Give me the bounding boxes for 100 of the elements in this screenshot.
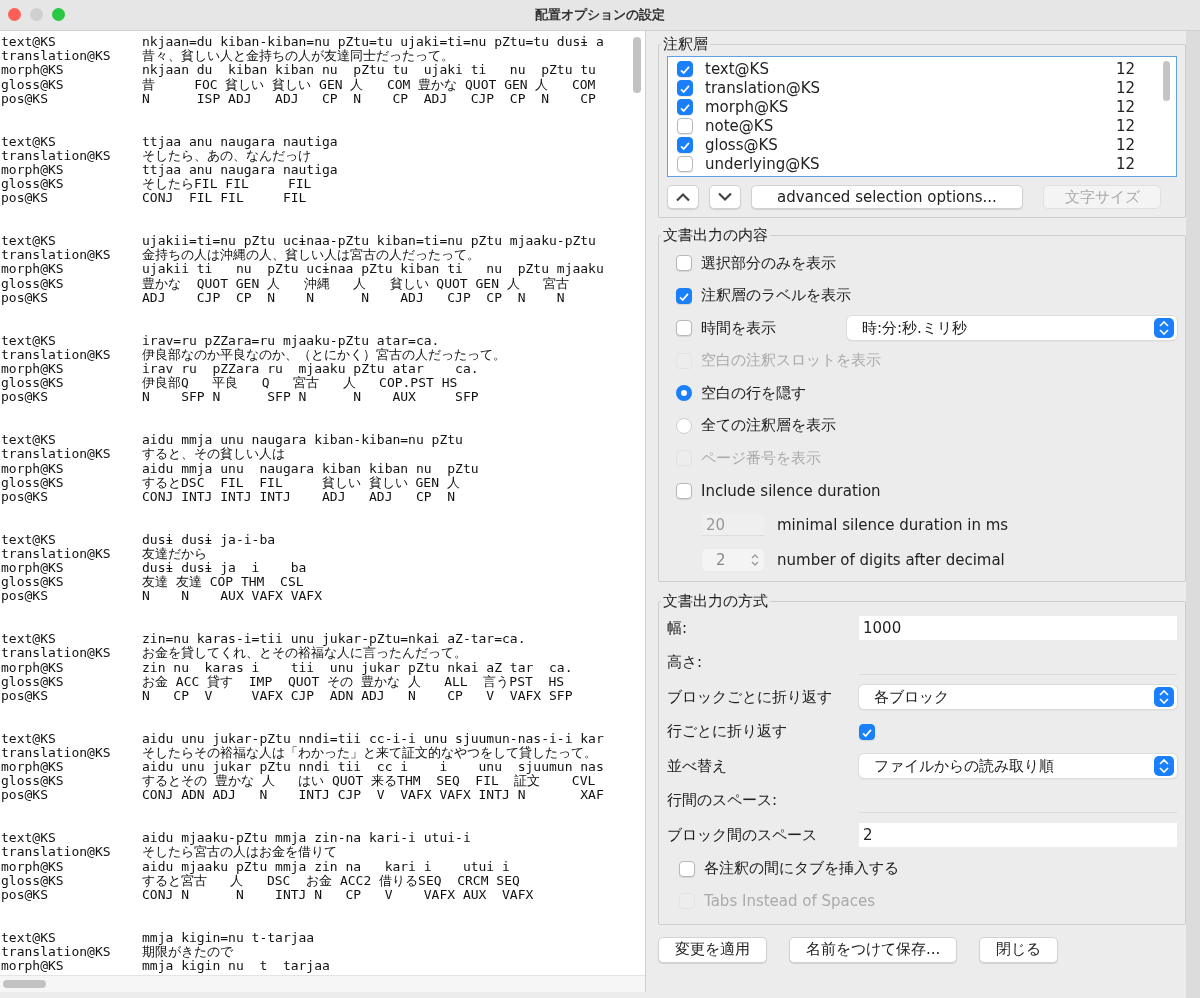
option-label: 空白の行を隠す — [701, 383, 806, 403]
close-button[interactable] — [8, 8, 21, 21]
annotation-text: N ISP ADJ ADJ CP N CP ADJ CJP CP N CP — [142, 91, 596, 106]
field-label: 並べ替え — [667, 756, 728, 776]
tier-name[interactable]: note@KS — [705, 116, 1116, 135]
dropdown[interactable]: ファイルからの読み取り順 — [859, 754, 1177, 779]
annotation-text: 友達だから — [142, 546, 207, 562]
tier-label: text@KS — [1, 234, 57, 249]
tier-label: translation@KS — [1, 845, 112, 860]
dialog-button[interactable]: 閉じる — [979, 936, 1059, 963]
tier-label: pos@KS — [1, 888, 48, 903]
advanced-selection-button[interactable]: advanced selection options... — [751, 185, 1023, 209]
scrollbar-thumb[interactable] — [633, 37, 641, 93]
dialog-button[interactable]: 名前をつけて保存... — [789, 936, 958, 963]
checkbox[interactable] — [677, 60, 693, 77]
time-format-dropdown[interactable]: 時:分:秒.ミリ秒 — [847, 316, 1177, 341]
field-label: ブロック間のスペース — [667, 825, 818, 845]
annotation-text: 伊良部なのか平良なのか、（とにかく）宮古の人だったって。 — [142, 347, 506, 362]
tier-label: morph@KS — [1, 262, 65, 277]
tier-label: text@KS — [1, 831, 57, 846]
tier-name[interactable]: underlying@KS — [705, 154, 1116, 173]
text-field[interactable]: 1000 — [859, 616, 1177, 641]
radio-button[interactable] — [676, 417, 692, 434]
annotation-text: CONJ INTJ INTJ INTJ ADJ ADJ CP N — [142, 489, 456, 505]
tier-label: gloss@KS — [1, 77, 65, 92]
option-label: 注釈層のラベルを表示 — [701, 286, 851, 306]
annotation-text: 昔 FOC 貧しい 貧しい GEN 人 COM 豊かな QUOT GEN 人 COM — [142, 77, 596, 92]
tier-label: morph@KS — [1, 461, 65, 476]
annotation-text: 金持ちの人は沖縄の人、貧しい人は宮古の人だったって。 — [142, 248, 480, 263]
annotation-text: CONJ FIL FIL FIL — [142, 191, 307, 206]
option-label: 空白の注釈スロットを表示 — [701, 351, 881, 371]
tier-label: gloss@KS — [1, 276, 65, 291]
tier-label: pos@KS — [1, 390, 48, 405]
option-label: 選択部分のみを表示 — [701, 253, 836, 273]
checkbox[interactable] — [859, 723, 875, 740]
tier-label: text@KS — [1, 731, 57, 746]
checkbox[interactable] — [677, 155, 693, 172]
move-up-button[interactable] — [667, 185, 699, 209]
caret-down-icon — [717, 192, 733, 202]
annotation-text: お金 ACC 貸す IMP QUOT その 豊かな 人 ALL 言うPST HS — [142, 674, 565, 689]
annotation-text: ttjaa anu naugara nautiga — [142, 134, 338, 149]
radio-button[interactable] — [676, 385, 692, 402]
group-title: 注釈層 — [662, 35, 709, 54]
checkbox[interactable] — [676, 320, 692, 337]
checkbox[interactable] — [676, 482, 692, 499]
checkbox[interactable] — [676, 287, 692, 304]
annotation-text: ujakii=ti=nu pZtu ucɨnaa-pZtu kiban=ti=nu pZtu mjaaku-pZtu — [142, 234, 596, 249]
dialog-button[interactable]: 変更を適用 — [658, 936, 767, 963]
annotation-text: そしたら宮古の人はお金を借りて — [142, 845, 337, 860]
horizontal-scrollbar[interactable] — [0, 975, 645, 992]
tier-label: morph@KS — [1, 660, 65, 675]
annotation-text: そしたらFIL FIL FIL — [142, 177, 312, 192]
dropdown[interactable]: 各ブロック — [859, 685, 1177, 710]
annotation-text: ttjaa anu naugara nautiga — [142, 162, 338, 178]
tier-label: gloss@KS — [1, 475, 65, 490]
checkbox[interactable] — [679, 860, 695, 877]
checkbox[interactable] — [676, 255, 692, 272]
annotation-text: 昔々、貧しい人と金持ちの人が友達同士だったって。 — [142, 49, 454, 64]
tier-label: gloss@KS — [1, 674, 65, 689]
updown-arrows-icon — [1154, 318, 1174, 339]
checkbox[interactable] — [677, 79, 693, 96]
field-label: minimal silence duration in ms — [777, 515, 1009, 534]
annotation-text: すると、その貧しい人は — [142, 447, 285, 462]
annotation-text: するとその 豊かな 人 はい QUOT 来るTHM SEQ FIL 証文 CVL — [142, 774, 596, 789]
caret-up-icon — [675, 192, 691, 202]
tier-name[interactable]: text@KS — [705, 59, 1116, 78]
annotation-text: そしたら、あの、なんだっけ — [142, 148, 311, 163]
field-label: 行間のスペース: — [667, 791, 779, 811]
tier-name[interactable]: gloss@KS — [705, 135, 1116, 154]
annotation-text: N CP V VAFX CJP ADN ADJ N CP V VAFX SFP — [142, 688, 573, 704]
tier-name[interactable]: morph@KS — [705, 97, 1116, 116]
option-label: Include silence duration — [701, 481, 881, 500]
zoom-button[interactable] — [52, 8, 65, 21]
tier-label: pos@KS — [1, 91, 48, 106]
field-label: number of digits after decimal — [777, 550, 1005, 569]
annotation-text: irav=ru pZZara=ru mjaaku-pZtu atar=ca. — [142, 333, 440, 348]
tier-label: pos@KS — [1, 688, 48, 704]
annotation-text: aidu mjaaku pZtu mmja zin na kari i utui i — [142, 859, 510, 874]
annotation-text: mmja kigin=nu t-tarjaa — [142, 930, 315, 945]
tier-label: translation@KS — [1, 148, 112, 163]
annotation-text: 友達 友達 COP THM CSL — [142, 575, 304, 590]
tier-label: morph@KS — [1, 859, 65, 874]
scrollbar-thumb[interactable] — [1163, 61, 1170, 101]
move-down-button[interactable] — [709, 185, 741, 209]
checkbox[interactable] — [677, 98, 693, 115]
annotation-text: するとDSC FIL FIL 貧しい 貧しい GEN 人 — [142, 475, 460, 490]
checkbox[interactable] — [677, 136, 693, 153]
option-label: 全ての注釈層を表示 — [701, 416, 836, 436]
annotation-text: ujakii ti nu pZtu ucɨnaa pZtu kiban ti nu pZtu mjaaku — [142, 262, 604, 277]
tier-name[interactable]: translation@KS — [705, 78, 1116, 97]
annotation-text: CONJ ADN ADJ N INTJ CJP V VAFX VAFX INTJ N XAF — [142, 788, 604, 803]
annotation-text: mmja kigin nu t tarjaa — [142, 959, 330, 974]
annotation-text: zin=nu karas-i=tii unu jukar-pZtu=nkai aZ-tar=ca. — [142, 632, 526, 647]
checkbox[interactable] — [677, 117, 693, 134]
tier-label: gloss@KS — [1, 177, 65, 192]
tier-label: text@KS — [1, 35, 57, 50]
text-field[interactable]: 2 — [859, 823, 1177, 848]
annotation-text: aidu mmja unu naugara kiban kiban nu pZtu — [142, 461, 479, 476]
updown-arrows-icon — [1154, 756, 1174, 777]
tier-label: text@KS — [1, 333, 57, 348]
